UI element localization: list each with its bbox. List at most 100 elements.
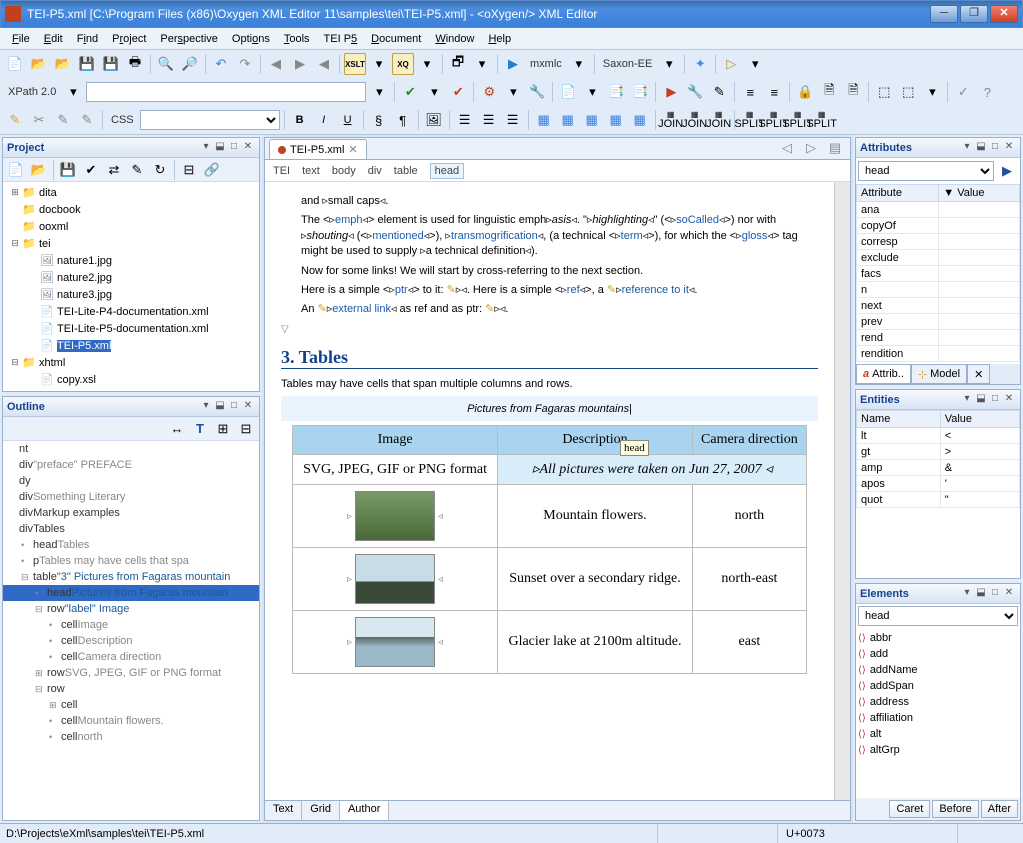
external-tool-icon[interactable]: 🗗	[447, 53, 469, 75]
panel-menu-icon[interactable]: ▾	[199, 141, 213, 155]
attr-menu-icon[interactable]: ▾	[960, 141, 974, 155]
tree-node[interactable]: 📁ooxml	[5, 218, 257, 235]
split3-icon[interactable]: ▦SPLIT	[787, 109, 809, 131]
menu-perspective[interactable]: Perspective	[154, 31, 223, 47]
debug-icon[interactable]: ▷	[720, 53, 742, 75]
menu-project[interactable]: Project	[106, 31, 152, 47]
open-doc-icon[interactable]: 📑	[605, 81, 627, 103]
table-row-icon[interactable]: ▦	[557, 109, 579, 131]
format-icon[interactable]: ≡	[739, 81, 761, 103]
redo-icon[interactable]: ↷	[234, 53, 256, 75]
before-button[interactable]: Before	[932, 800, 978, 818]
transform-icon[interactable]: ⚙	[478, 81, 500, 103]
profile-icon[interactable]: ✎	[708, 81, 730, 103]
menu-window[interactable]: Window	[429, 31, 480, 47]
run-scenario-icon[interactable]: ▶	[660, 81, 682, 103]
attr-max-icon[interactable]: □	[988, 141, 1002, 155]
save-all-icon[interactable]: 💾	[100, 53, 122, 75]
validate-icon[interactable]: ✔	[399, 81, 421, 103]
tab-prev-icon[interactable]: ◁	[776, 137, 798, 159]
outline-item[interactable]: div Tables	[3, 521, 259, 537]
proj-link-icon[interactable]: 🔗	[201, 159, 223, 181]
menu-help[interactable]: Help	[482, 31, 517, 47]
attr-row[interactable]: next	[857, 298, 1020, 314]
last-mod-icon[interactable]: ◀	[313, 53, 335, 75]
attr-row[interactable]: corresp	[857, 234, 1020, 250]
tree-node[interactable]: ⊟📁tei	[5, 235, 257, 252]
image-icon[interactable]: 🖼	[423, 109, 445, 131]
engine1-dropdown-icon[interactable]: ▾	[568, 53, 590, 75]
outline-item[interactable]: • p Tables may have cells that spa	[3, 553, 259, 569]
lock-icon[interactable]: 🔒	[794, 81, 816, 103]
spell-icon[interactable]: ✓	[952, 81, 974, 103]
outline-item[interactable]: nt	[3, 441, 259, 457]
edit-icon[interactable]: ✎	[52, 109, 74, 131]
attr-pin-icon[interactable]: ⬓	[974, 141, 988, 155]
caret-button[interactable]: Caret	[889, 800, 930, 818]
bold-button[interactable]: B	[289, 109, 311, 131]
tab-next-icon[interactable]: ▷	[800, 137, 822, 159]
outline-cfg-icon[interactable]: ⊞	[212, 418, 234, 440]
tree-node[interactable]: 📄TEI-P5.xml	[5, 337, 257, 354]
tab-close-icon[interactable]: ✕	[348, 143, 357, 156]
proj-refresh-icon[interactable]: ↻	[149, 159, 171, 181]
print-icon[interactable]: 🖶	[124, 53, 146, 75]
attr-close-icon[interactable]: ✕	[1002, 141, 1016, 155]
proj-validate-icon[interactable]: ✔	[80, 159, 102, 181]
indent-icon[interactable]: ≡	[763, 81, 785, 103]
debug-dropdown-icon[interactable]: ▾	[744, 53, 766, 75]
list-item-icon[interactable]: ☰	[502, 109, 524, 131]
element-item[interactable]: ⟨⟩addSpan	[858, 678, 1018, 694]
outline-max-icon[interactable]: □	[227, 400, 241, 414]
proj-new-icon[interactable]: 📄	[5, 159, 27, 181]
outline-item[interactable]: div "preface" PREFACE	[3, 457, 259, 473]
outline-item[interactable]: ⊟ table "3" Pictures from Fagaras mounta…	[3, 569, 259, 585]
svn-icon[interactable]: ✦	[689, 53, 711, 75]
entity-row[interactable]: gt>	[857, 444, 1020, 460]
outline-item[interactable]: ⊟ row	[3, 681, 259, 697]
tab-list-icon[interactable]: ▤	[824, 137, 846, 159]
outline-close-icon[interactable]: ✕	[241, 400, 255, 414]
help-icon[interactable]: ?	[976, 81, 998, 103]
attr-row[interactable]: rendition	[857, 346, 1020, 362]
tree-node[interactable]: ⊞📁dita	[5, 184, 257, 201]
pen-icon[interactable]: ✎	[4, 109, 26, 131]
proj-save-icon[interactable]: 💾	[57, 159, 79, 181]
panel-close-icon[interactable]: ✕	[241, 141, 255, 155]
attr-row[interactable]: facs	[857, 266, 1020, 282]
outline-item[interactable]: ⊟ row "label" Image	[3, 601, 259, 617]
menu-file[interactable]: File	[6, 31, 36, 47]
el-menu-icon[interactable]: ▾	[960, 587, 974, 601]
proj-collapse-icon[interactable]: ⊟	[178, 159, 200, 181]
menu-tools[interactable]: Tools	[278, 31, 316, 47]
menu-teip5[interactable]: TEI P5	[318, 31, 364, 47]
el-close-icon[interactable]: ✕	[1002, 587, 1016, 601]
open-url-icon[interactable]: 📂	[52, 53, 74, 75]
list-ol-icon[interactable]: ☰	[478, 109, 500, 131]
project-tree[interactable]: ⊞📁dita📁docbook📁ooxml⊟📁tei🖼nature1.jpg🖼na…	[3, 182, 259, 391]
panel-max-icon[interactable]: □	[227, 141, 241, 155]
table-icon[interactable]: ▦	[533, 109, 555, 131]
entity-row[interactable]: lt<	[857, 428, 1020, 444]
pilcrow-icon[interactable]: ¶	[392, 109, 414, 131]
table-del-row-icon[interactable]: ▦	[581, 109, 603, 131]
attr-row[interactable]: n	[857, 282, 1020, 298]
proj-transform-icon[interactable]: ⇄	[103, 159, 125, 181]
xpath-history-icon[interactable]: ▾	[368, 81, 390, 103]
xsl-dropdown-icon[interactable]: ▾	[368, 53, 390, 75]
engine2-dropdown-icon[interactable]: ▾	[658, 53, 680, 75]
join-icon[interactable]: ▦JOIN	[660, 109, 682, 131]
italic-button[interactable]: I	[313, 109, 335, 131]
diff-dd-icon[interactable]: ▾	[921, 81, 943, 103]
tab-model-close[interactable]: ✕	[967, 364, 990, 384]
join2-icon[interactable]: ▦JOIN	[684, 109, 706, 131]
attributes-table[interactable]: Attribute▼ Value anacopyOfcorrespexclude…	[856, 184, 1020, 362]
transform-dd-icon[interactable]: ▾	[502, 81, 524, 103]
breadcrumb[interactable]: TEI text body div table head	[265, 160, 850, 182]
bc-body[interactable]: body	[332, 165, 356, 177]
external-dropdown-icon[interactable]: ▾	[471, 53, 493, 75]
outline-item[interactable]: • head Tables	[3, 537, 259, 553]
el-max-icon[interactable]: □	[988, 587, 1002, 601]
css-select[interactable]	[140, 110, 280, 130]
undo-icon[interactable]: ↶	[210, 53, 232, 75]
